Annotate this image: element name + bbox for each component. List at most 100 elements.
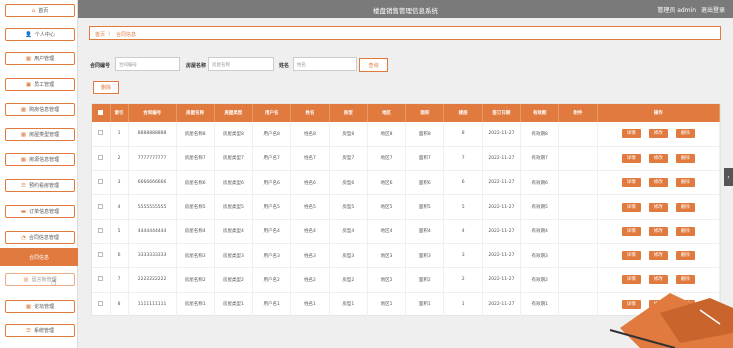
cell-type: 房屋类型6 [214, 170, 254, 195]
cell-type: 房屋类型5 [214, 194, 254, 220]
row-checkbox[interactable] [98, 276, 104, 282]
cell-type: 房屋类型1 [214, 292, 254, 317]
breadcrumb-home[interactable]: 首页 [95, 32, 105, 38]
sidebar-item-active[interactable]: 合同信息 [0, 248, 78, 266]
cell-valid: 有效期5 [520, 194, 560, 220]
edit-button[interactable]: 修改 [648, 226, 668, 236]
sidebar-item[interactable]: ▦ 留言板管理 [5, 273, 75, 286]
sidebar-item[interactable]: ▣ 员工管理 [5, 78, 75, 91]
detail-button[interactable]: 详情 [621, 153, 641, 163]
table-row: 1 8888888888 房屋名称8 房屋类型8 用户名8 姓名8 房型8 地区8 面积8 8 20… [92, 122, 721, 147]
sidebar-item[interactable]: ⌂ 首页 [5, 4, 75, 17]
monitor-icon: ▬ [20, 208, 27, 215]
sidebar-item[interactable]: ▦ 论坛管理 [5, 300, 75, 313]
grid-icon: ▦ [23, 276, 29, 283]
sidebar-item[interactable]: 👤 个人中心 [5, 28, 75, 41]
detail-button[interactable]: 详情 [621, 251, 641, 261]
cell-name: 姓名8 [290, 122, 330, 147]
sidebar-item[interactable]: ◔ 合同信息管理 [5, 231, 75, 244]
edit-button[interactable]: 修改 [648, 178, 668, 188]
row-checkbox[interactable] [98, 130, 104, 136]
detail-button[interactable]: 详情 [621, 275, 641, 285]
cell-house: 房屋名称1 [176, 292, 215, 317]
cell-no: 1111111111 [128, 292, 177, 317]
cell-floor: 7 [443, 146, 483, 171]
row-checkbox[interactable] [98, 227, 104, 233]
cell-area: 地区8 [367, 122, 407, 147]
column-header: 有效期 [520, 104, 560, 122]
row-checkbox-cell[interactable] [92, 219, 111, 244]
cell-house: 房屋名称8 [176, 122, 215, 147]
row-checkbox-cell[interactable] [92, 170, 111, 195]
sidebar-item[interactable]: ▦ 房源信息管理 [5, 153, 75, 166]
header-checkbox[interactable] [98, 109, 104, 115]
detail-button[interactable]: 详情 [621, 202, 641, 212]
breadcrumb: 首页〉合同信息 [89, 26, 721, 40]
row-checkbox[interactable] [98, 252, 104, 258]
house-name-label: 房屋名称 [186, 63, 207, 69]
row-checkbox[interactable] [98, 300, 104, 306]
row-checkbox[interactable] [98, 203, 104, 209]
delete-button[interactable]: 删除 [675, 202, 695, 212]
row-checkbox-cell[interactable] [92, 194, 111, 220]
collapse-handle[interactable]: ‹ [724, 168, 733, 186]
row-checkbox-cell[interactable] [92, 267, 111, 293]
cell-area: 地区7 [367, 146, 407, 171]
column-header: 用户名 [252, 104, 292, 122]
cell-floor: 8 [443, 122, 483, 147]
cell-file [558, 267, 598, 293]
sidebar-item-label: 预约看房管理 [28, 183, 59, 189]
cell-idx: 8 [110, 292, 129, 317]
sidebar-item[interactable]: ▬ 订单信息管理 [5, 205, 75, 218]
cell-room: 房型6 [329, 170, 368, 195]
row-checkbox-cell[interactable] [92, 243, 111, 268]
cell-user: 用户名5 [252, 194, 292, 220]
edit-button[interactable]: 修改 [648, 251, 668, 261]
sidebar-item[interactable]: ☰ 系统管理 [5, 324, 75, 337]
row-checkbox-cell[interactable] [92, 122, 111, 147]
sidebar-item[interactable]: ▦ 用户管理 [5, 52, 75, 65]
cell-house: 房屋名称4 [176, 219, 215, 244]
select-all-checkbox[interactable] [92, 104, 111, 122]
cell-valid: 有效期6 [520, 170, 560, 195]
pie-icon: ◔ [21, 234, 26, 241]
batch-delete-button[interactable]: 删除 [93, 81, 119, 94]
delete-button[interactable]: 删除 [675, 178, 695, 188]
edit-button[interactable]: 修改 [648, 202, 668, 212]
name-input[interactable]: 姓名 [293, 57, 357, 71]
logout-link[interactable]: 退出登录 [701, 7, 725, 14]
sidebar-item-label: 系统管理 [33, 328, 54, 334]
sidebar-item[interactable]: ☰ 预约看房管理 [5, 179, 75, 192]
detail-button[interactable]: 详情 [621, 226, 641, 236]
grid-icon: ▦ [20, 106, 27, 113]
detail-button[interactable]: 详情 [621, 129, 641, 139]
cell-area: 地区6 [367, 170, 407, 195]
edit-button[interactable]: 修改 [648, 153, 668, 163]
detail-button[interactable]: 详情 [621, 178, 641, 188]
cell-idx: 6 [110, 243, 129, 268]
sidebar-item[interactable]: ▦ 购房信息管理 [5, 103, 75, 116]
cell-user: 用户名7 [252, 146, 292, 171]
row-checkbox[interactable] [98, 179, 104, 185]
cell-date: 2022-11-27 [482, 146, 522, 171]
delete-button[interactable]: 删除 [675, 226, 695, 236]
cell-no: 3333333333 [128, 243, 177, 268]
delete-button[interactable]: 删除 [675, 153, 695, 163]
edit-button[interactable]: 修改 [648, 129, 668, 139]
cell-file [558, 146, 598, 171]
row-checkbox-cell[interactable] [92, 292, 111, 317]
sidebar-item[interactable]: ▦ 房屋类型管理 [5, 128, 75, 141]
cell-house: 房屋名称6 [176, 170, 215, 195]
row-checkbox[interactable] [98, 154, 104, 160]
cell-user: 用户名3 [252, 243, 292, 268]
delete-button[interactable]: 删除 [675, 129, 695, 139]
row-checkbox-cell[interactable] [92, 146, 111, 171]
house-name-input[interactable]: 房屋名称 [208, 57, 274, 71]
query-button[interactable]: 查询 [359, 58, 388, 72]
edit-button[interactable]: 修改 [648, 275, 668, 285]
contract-no-input[interactable]: 合同编号 [115, 57, 180, 71]
delete-button[interactable]: 删除 [675, 251, 695, 261]
delete-button[interactable]: 删除 [675, 275, 695, 285]
sidebar: ⌂ 首页 👤 个人中心 ▦ 用户管理 ▣ 员工管理 ▦ 购房信息管理 ▦ 房屋类型管理 ▦ 房源信息管理 ☰… [0, 0, 78, 348]
sidebar-item-label: 购房信息管理 [29, 107, 60, 113]
